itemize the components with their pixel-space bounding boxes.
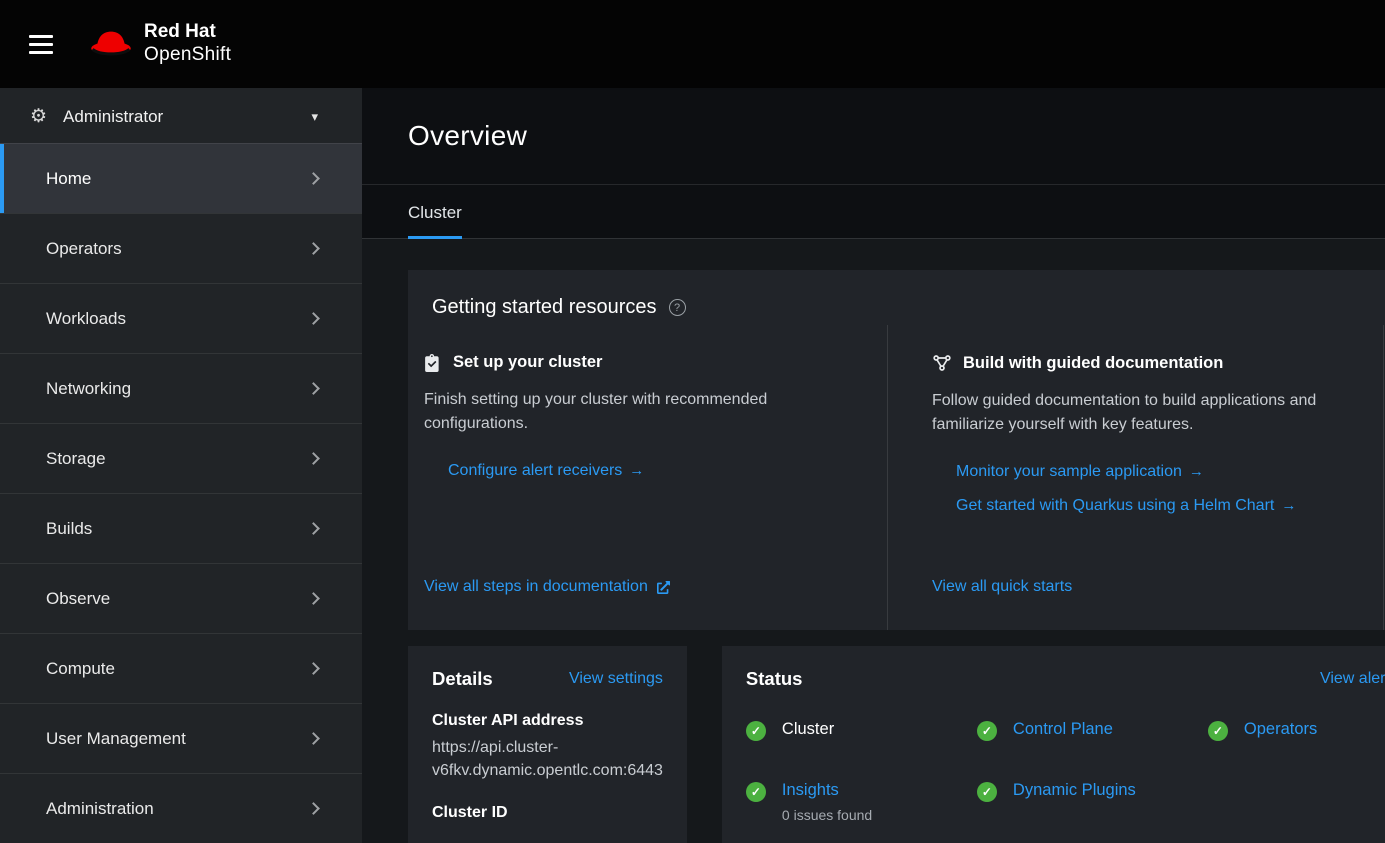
view-settings-link[interactable]: View settings [569,670,663,688]
main-content: Overview Cluster Getting started resourc… [362,88,1385,843]
sidebar: ⚙ Administrator ▾ Home Operators Workloa… [0,88,362,843]
arrow-right-icon: → [629,462,644,479]
check-circle-icon: ✓ [977,721,997,741]
details-title: Details [432,668,493,690]
chevron-right-icon [307,382,320,395]
gear-icon: ⚙ [30,105,47,128]
getting-started-title: Getting started resources [432,296,657,319]
section-title: Build with guided documentation [963,354,1223,373]
check-circle-icon: ✓ [1208,721,1228,741]
masthead: Red Hat OpenShift [0,0,1385,88]
sidebar-item-compute[interactable]: Compute [0,633,362,703]
field-label: Cluster ID [432,804,663,822]
sidebar-item-workloads[interactable]: Workloads [0,283,362,353]
status-item-cluster: ✓ Cluster [746,720,977,741]
sidebar-item-operators[interactable]: Operators [0,213,362,283]
status-card: Status View alerts ✓ Cluster ✓ Control P… [722,646,1385,843]
chevron-right-icon [307,172,320,185]
external-link-icon [657,581,670,594]
link-configure-alert-receivers[interactable]: Configure alert receivers→ [448,462,863,480]
sidebar-item-observe[interactable]: Observe [0,563,362,633]
guided-docs-section: Build with guided documentation Follow g… [887,325,1383,630]
page-header: Overview [362,88,1385,185]
field-cluster-api-address: Cluster API address https://api.cluster-… [432,712,663,782]
link-view-all-steps[interactable]: View all steps in documentation [424,578,863,596]
caret-down-icon: ▾ [311,109,318,125]
hamburger-icon [29,35,53,38]
chevron-right-icon [307,592,320,605]
section-description: Finish setting up your cluster with reco… [424,388,792,436]
link-quarkus-helm-chart[interactable]: Get started with Quarkus using a Helm Ch… [956,497,1359,515]
check-circle-icon: ✓ [746,782,766,802]
link-monitor-sample-app[interactable]: Monitor your sample application→ [956,463,1359,481]
tab-cluster[interactable]: Cluster [408,203,462,239]
status-title: Status [746,668,803,690]
check-circle-icon: ✓ [977,782,997,802]
field-label: Cluster API address [432,712,663,730]
clipboard-check-icon [424,354,442,372]
sidebar-item-builds[interactable]: Builds [0,493,362,563]
status-item-insights: ✓ Insights 0 issues found [746,781,977,823]
link-view-all-quick-starts[interactable]: View all quick starts [932,578,1359,596]
status-item-operators: ✓ Operators [1208,720,1385,741]
perspective-label: Administrator [63,107,163,127]
field-value: https://api.cluster-v6fkv.dynamic.opentl… [432,736,663,782]
section-description: Follow guided documentation to build app… [932,389,1328,437]
arrow-right-icon: → [1189,463,1204,480]
chevron-right-icon [307,662,320,675]
brand-openshift-text: OpenShift [144,44,231,67]
route-icon [932,353,952,373]
perspective-switcher[interactable]: ⚙ Administrator ▾ [0,102,362,131]
check-circle-icon: ✓ [746,721,766,741]
page-title: Overview [408,120,527,152]
field-cluster-id: Cluster ID [432,804,663,822]
redhat-hat-icon [89,26,133,62]
dashboard: Getting started resources ? Set up your … [362,239,1385,843]
getting-started-card: Getting started resources ? Set up your … [408,270,1385,630]
chevron-right-icon [307,732,320,745]
insights-issues-count: 0 issues found [782,807,872,823]
chevron-right-icon [307,802,320,815]
openshift-console: Red Hat OpenShift ⚙ Administrator ▾ Home… [0,0,1385,843]
tab-bar: Cluster [362,185,1385,239]
brand-redhat-text: Red Hat [144,21,231,44]
chevron-right-icon [307,452,320,465]
view-alerts-link[interactable]: View alerts [1320,670,1385,688]
sidebar-item-user-management[interactable]: User Management [0,703,362,773]
chevron-right-icon [307,312,320,325]
help-icon[interactable]: ? [669,299,686,316]
details-card: Details View settings Cluster API addres… [408,646,687,843]
sidebar-nav: Home Operators Workloads Networking Stor… [0,143,362,843]
status-item-dynamic-plugins: ✓ Dynamic Plugins [977,781,1208,823]
arrow-right-icon: → [1281,497,1296,514]
sidebar-item-home[interactable]: Home [0,143,362,213]
setup-cluster-section: Set up your cluster Finish setting up yo… [408,325,887,630]
chevron-right-icon [307,242,320,255]
status-item-control-plane: ✓ Control Plane [977,720,1208,741]
layout: ⚙ Administrator ▾ Home Operators Workloa… [0,88,1385,843]
section-title: Set up your cluster [453,353,602,372]
chevron-right-icon [307,522,320,535]
nav-toggle-button[interactable] [21,27,61,62]
brand-logo: Red Hat OpenShift [89,21,231,67]
sidebar-item-storage[interactable]: Storage [0,423,362,493]
sidebar-item-networking[interactable]: Networking [0,353,362,423]
sidebar-item-administration[interactable]: Administration [0,773,362,843]
